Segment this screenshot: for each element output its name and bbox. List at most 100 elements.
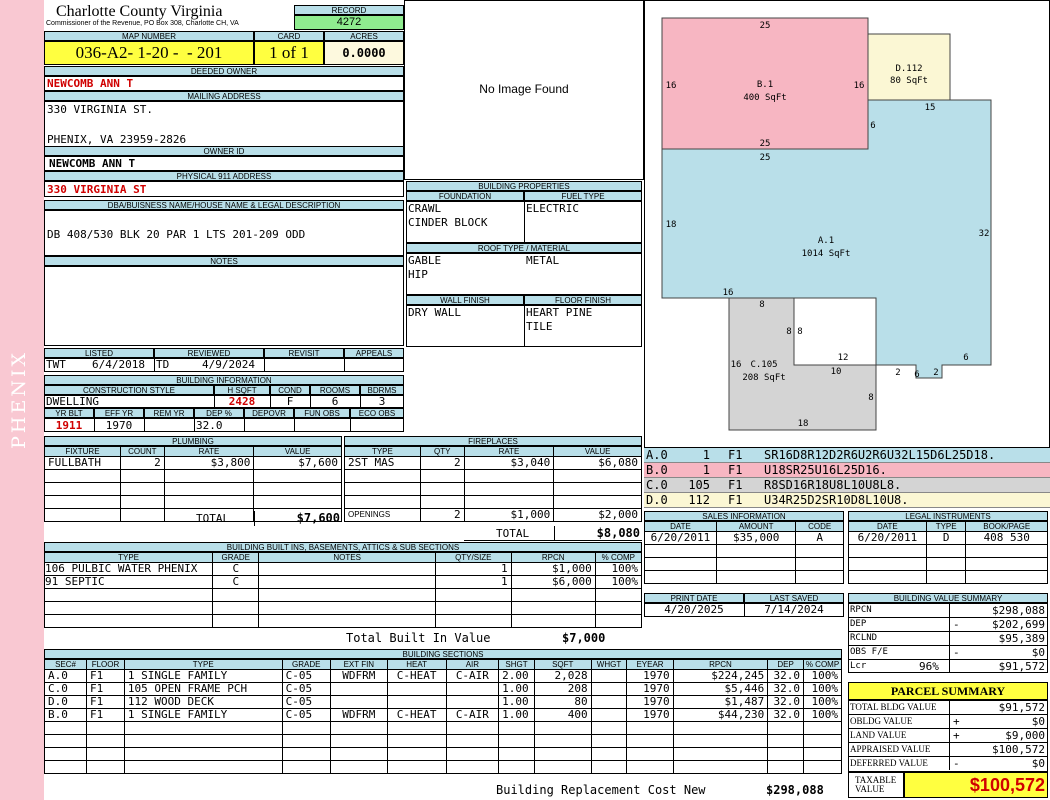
sketch-dim: 8 [759,300,764,310]
floor-finish-1: HEART PINE [526,306,593,319]
fireplaces-total-label: TOTAL [496,527,530,540]
taxable-value: $100,572 [904,772,1048,798]
foundation-label: FOUNDATION [406,191,524,201]
legal-label: LEGAL INSTRUMENTS [848,511,1048,521]
foundation-1: CRAWL [408,202,442,215]
listed-label: LISTED [44,348,154,358]
floor-finish-2: TILE [526,320,553,333]
dba-label: DBA/BUISNESS NAME/HOUSE NAME & LEGAL DES… [44,200,404,210]
deeded-owner-value: NEWCOMB ANN T [44,76,404,91]
roof-material-1: METAL [526,254,560,267]
parcel-row: LAND VALUE + $9,000 [849,729,1047,743]
sketch-dim: 8 [786,327,791,337]
sketch-dim: 18 [666,220,677,230]
record-value: 4272 [294,15,404,30]
sketch-dim: 25 [760,139,771,149]
roof-label: ROOF TYPE / MATERIAL [406,243,642,253]
owner-id-value: NEWCOMB ANN T [44,156,404,171]
bi-rooms: 6 [331,395,339,408]
roof-type-1: GABLE [408,254,442,267]
table-row: C.0 F1 105 OPEN FRAME PCH C-05 1.00 208 1970 $5… [44,682,842,696]
building-info-label: BUILDING INFORMATION [44,375,404,385]
acres-label: ACRES [324,31,404,41]
wall-finish-1: DRY WALL [408,306,461,319]
bi-effyr: 1970 [105,419,133,432]
replacement-cost-value: $298,088 [766,783,824,797]
parcel-row: APPRAISED VALUE $100,572 [849,743,1047,757]
roof-type-2: HIP [408,268,428,281]
bi-h-hsqft: H SQFT [214,385,270,395]
roof-box [406,253,642,295]
listed-date: 6/4/2018 [92,358,145,371]
notes-box [44,266,404,346]
table-row [644,557,844,571]
table-row [344,482,642,496]
sketch-label-c105: C.105 [750,360,777,370]
table-row: OPENINGS 2 $1,000 $2,000 [344,508,642,522]
fuel-1: ELECTRIC [526,202,579,215]
sketch-sqft-a1: 1014 SqFt [802,249,851,259]
table-row [848,557,1048,571]
table-row: FULLBATH 2 $3,800 $7,600 [44,456,342,470]
sketch-dim: 2 [895,368,900,378]
dba-value: DB 408/530 BLK 20 PAR 1 LTS 201-209 ODD [47,228,306,241]
mailing-label: MAILING ADDRESS [44,91,404,101]
table-row [44,760,842,774]
bi-h-style: CONSTRUCTION STYLE [44,385,214,395]
deeded-owner-label: DEEDED OWNER [44,66,404,76]
sales-table: DATE AMOUNT CODE 6/20/2011 $35,000 A [644,521,844,584]
parcel-summary-box: TOTAL BLDG VALUE $91,572 OBLDG VALUE + $0 L… [848,700,1048,772]
wall-finish-label: WALL FINISH [406,295,524,305]
value-row: OBS F/E - $0 [849,646,1047,660]
bi-dep: 32.0 [196,419,223,432]
sketch-dim: 16 [666,81,677,91]
sketch-code-row: A.0 1 F1 SR16D8R12D2R6U2R6U32L15D6L25D18… [644,448,1050,463]
sidebar-label: PHENIX [8,350,30,449]
county-name: Charlotte County Virginia [56,3,223,20]
table-row: 2ST MAS 2 $3,040 $6,080 [344,456,642,470]
fireplaces-table: TYPE QTY RATE VALUE 2ST MAS 2 $3,040 $6,080 OP… [344,446,642,522]
bi-h-funobs: FUN OBS [294,408,350,418]
county-address: Commissioner of the Revenue, PO Box 308,… [46,20,239,27]
reviewed-label: REVIEWED [154,348,264,358]
table-row [644,544,844,558]
builtins-total-label: Total Built In Value [346,631,491,645]
bi-h-ecoobs: ECO OBS [350,408,404,418]
owner-id-label: OWNER ID [44,146,404,156]
map-number-label: MAP NUMBER [44,31,254,41]
sketch-sqft-c105: 208 SqFt [742,373,785,383]
building-properties-label: BUILDING PROPERTIES [406,181,642,191]
card-label: CARD [254,31,324,41]
bi-h-cond: COND [270,385,310,395]
bi-bdrms: 3 [378,395,386,408]
fuel-label: FUEL TYPE [524,191,642,201]
sketch-dim: 6 [870,121,875,131]
record-label: RECORD [294,5,404,15]
sketch-label-a1: A.1 [818,236,834,246]
appeals-label: APPEALS [344,348,404,358]
value-row: DEP - $202,699 [849,618,1047,632]
notes-label: NOTES [44,256,404,266]
table-row [44,734,842,748]
builtins-label: BUILDING BUILT INS, BASEMENTS, ATTICS & … [44,542,642,552]
sketch-sqft-d112: 80 SqFt [890,76,928,86]
mailing-line1: 330 VIRGINIA ST. [47,103,153,116]
building-sections-label: BUILDING SECTIONS [44,649,842,659]
sketch-dim: 2 [933,368,938,378]
reviewed-by: TD [156,358,170,371]
value-summary-label: BUILDING VALUE SUMMARY [848,593,1048,603]
plumbing-total: $7,600 [296,511,340,525]
sketch-codes: A.0 1 F1 SR16D8R12D2R6U2R6U32L15D6L25D18… [644,448,1050,508]
fireplaces-total: $8,080 [596,526,640,540]
bi-hsqft: 2428 [228,395,256,408]
sketch-dim: 25 [760,153,771,163]
sketch-dim: 32 [979,229,990,239]
physical-address-value: 330 VIRGINIA ST [44,181,404,197]
table-row [344,469,642,483]
table-row [44,469,342,483]
sketch-label-b1: B.1 [757,80,773,90]
bi-h-bdrms: BDRMS [360,385,404,395]
fireplaces-label: FIREPLACES [344,436,642,446]
sketch-dim: 6 [914,370,919,380]
map-number-value: 036-A2- 1-20 - - 201 [44,41,254,65]
